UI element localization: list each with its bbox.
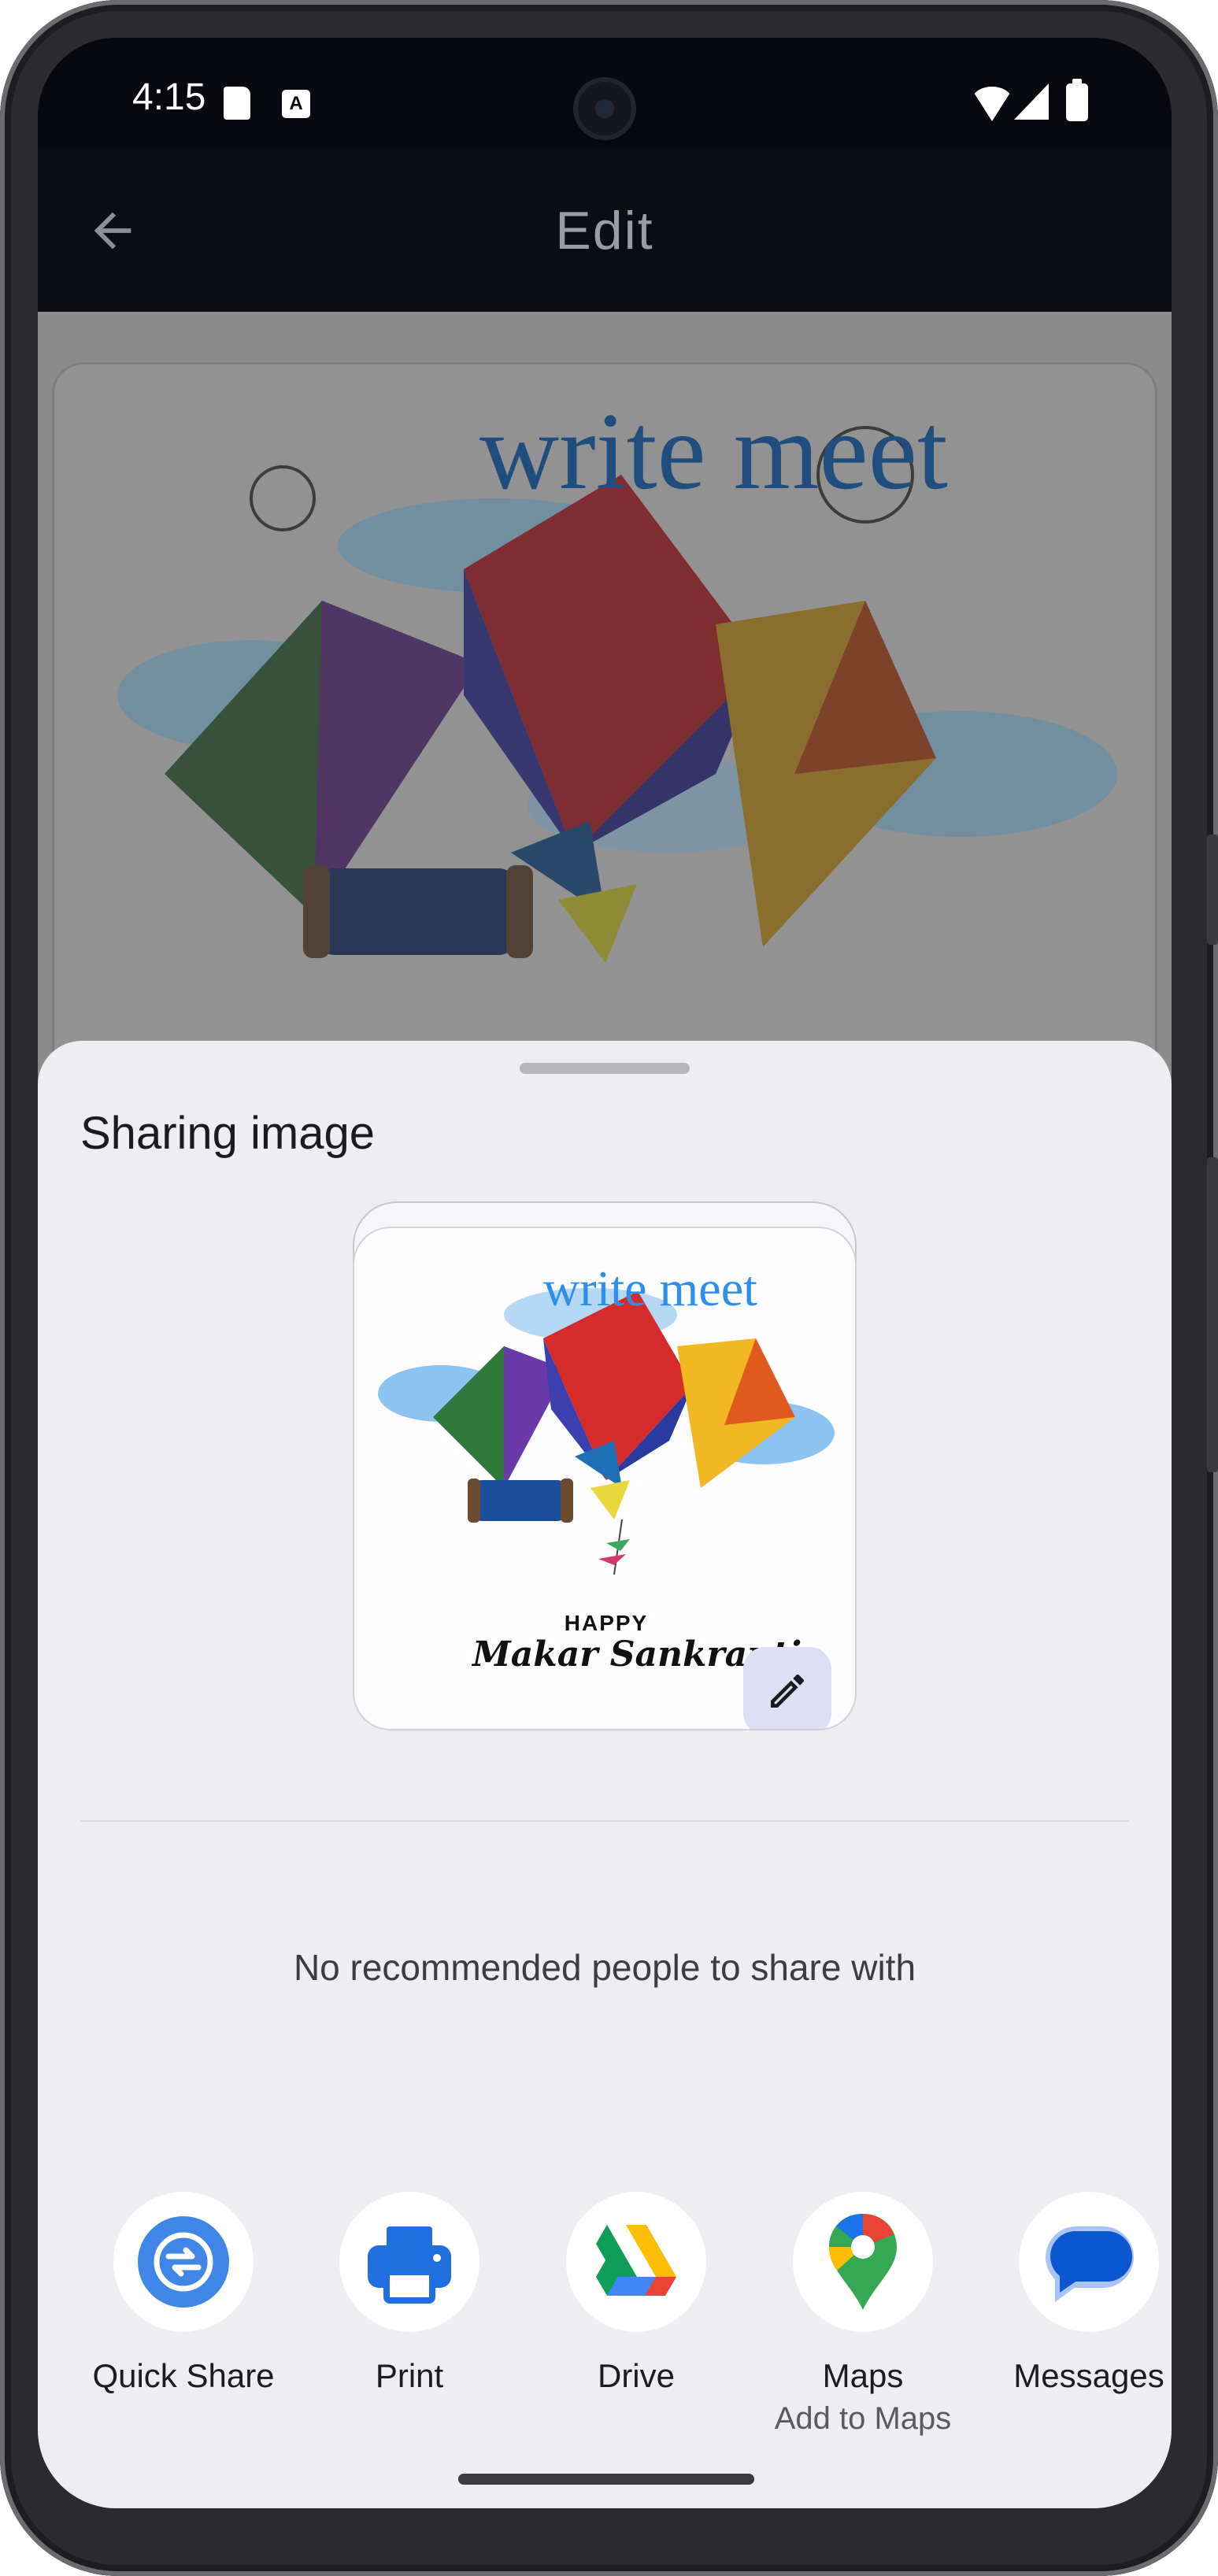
divider (80, 1820, 1129, 1822)
maps-pin-icon (793, 2192, 933, 2332)
front-camera (573, 77, 636, 140)
no-recommendations-text: No recommended people to share with (293, 1947, 916, 1988)
battery-icon (1066, 79, 1088, 121)
preview-title-text: write meet (543, 1260, 757, 1316)
status-time: 4:15 (132, 76, 206, 118)
wifi-icon (970, 87, 1014, 121)
card-title-text: write meet (479, 390, 948, 513)
signal-icon (1014, 83, 1049, 120)
power-button (1207, 835, 1218, 945)
share-target-label: Messages (1013, 2357, 1164, 2394)
share-target-label: Quick Share (92, 2357, 275, 2394)
gesture-nav-handle[interactable] (458, 2474, 754, 2485)
share-target-label: Drive (597, 2357, 675, 2394)
status-bar: 4:15 A (38, 38, 1172, 148)
sheet-title: Sharing image (80, 1108, 375, 1159)
app-bar: Edit (38, 148, 1172, 312)
pencil-icon (771, 1674, 805, 1708)
printer-icon (339, 2192, 479, 2332)
share-target-label: Print (375, 2357, 444, 2394)
drive-icon (566, 2192, 706, 2332)
image-preview: write meet HAPPY Makar Sankranti (353, 1227, 857, 1730)
screen: 4:15 A Edit write meet Sharing image wri… (38, 38, 1172, 2508)
share-targets: Quick Share Print Drive Maps Add to Maps… (38, 2192, 1172, 2436)
quick-share-icon (113, 2192, 254, 2332)
page-title: Edit (555, 201, 654, 261)
a-notification-icon: A (282, 90, 310, 118)
messages-icon (1019, 2192, 1159, 2332)
sd-card-icon (224, 87, 250, 120)
share-target-label: Maps (822, 2357, 904, 2394)
preview-happy-text: HAPPY (564, 1611, 649, 1635)
share-target-sublabel: Add to Maps (774, 2401, 952, 2436)
share-sheet: Sharing image write meet HAPPY Makar San… (38, 1041, 1172, 2508)
edit-image-button[interactable] (743, 1647, 831, 1729)
drag-handle[interactable] (520, 1063, 690, 1074)
volume-button (1207, 1157, 1218, 1472)
